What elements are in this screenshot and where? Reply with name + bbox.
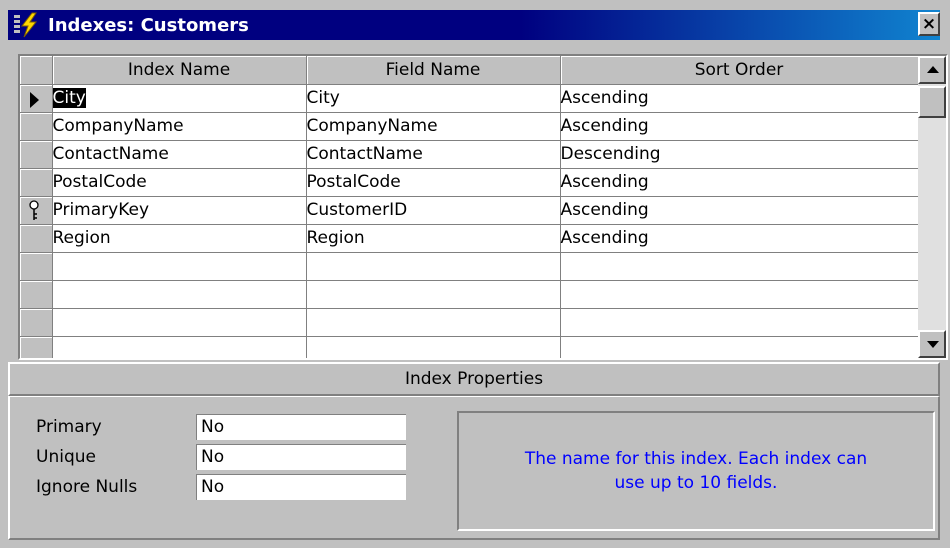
table-row[interactable]: PostalCode PostalCode Ascending bbox=[20, 168, 919, 197]
row-selector[interactable] bbox=[20, 308, 53, 337]
index-name-cell[interactable] bbox=[52, 308, 307, 337]
row-selector[interactable] bbox=[20, 140, 53, 169]
field-name-cell[interactable]: ContactName bbox=[306, 140, 561, 169]
indexes-grid: Index Name Field Name Sort Order City Ci… bbox=[18, 54, 948, 360]
sort-order-cell[interactable] bbox=[560, 280, 919, 309]
field-name-cell[interactable]: City bbox=[306, 84, 561, 113]
indexes-dialog: Indexes: Customers × Index Name Field Na… bbox=[0, 0, 950, 548]
current-row-arrow-icon bbox=[30, 91, 39, 108]
column-header-index-name[interactable]: Index Name bbox=[52, 56, 307, 85]
table-row[interactable]: CompanyName CompanyName Ascending bbox=[20, 112, 919, 141]
index-name-cell[interactable] bbox=[52, 252, 307, 281]
table-row[interactable]: Region Region Ascending bbox=[20, 224, 919, 253]
lightning-icon bbox=[8, 10, 48, 40]
sort-order-cell[interactable] bbox=[560, 308, 919, 337]
scroll-up-button[interactable] bbox=[918, 56, 946, 84]
index-name-cell[interactable]: PrimaryKey bbox=[52, 196, 307, 225]
arrow-down-icon bbox=[927, 341, 939, 348]
sort-order-cell[interactable]: Descending bbox=[560, 140, 919, 169]
title-bar[interactable]: Indexes: Customers × bbox=[8, 10, 940, 40]
field-name-cell[interactable] bbox=[306, 336, 561, 358]
row-selector[interactable] bbox=[20, 84, 53, 113]
index-properties-panel: Primary No Unique No Ignore Nulls No The… bbox=[8, 396, 940, 540]
arrow-up-icon bbox=[927, 66, 939, 73]
sort-order-cell[interactable] bbox=[560, 252, 919, 281]
indexes-table: Index Name Field Name Sort Order City Ci… bbox=[20, 56, 919, 358]
sort-order-cell[interactable]: Ascending bbox=[560, 168, 919, 197]
row-selector[interactable] bbox=[20, 336, 53, 358]
row-selector[interactable] bbox=[20, 252, 53, 281]
index-name-cell[interactable]: Region bbox=[52, 224, 307, 253]
table-row[interactable]: ContactName ContactName Descending bbox=[20, 140, 919, 169]
unique-label: Unique bbox=[36, 447, 96, 467]
help-text-box: The name for this index. Each index can … bbox=[457, 411, 935, 531]
primary-key-icon bbox=[29, 199, 39, 220]
table-row[interactable] bbox=[20, 280, 919, 309]
table-row[interactable] bbox=[20, 252, 919, 281]
sort-order-cell[interactable]: Ascending bbox=[560, 112, 919, 141]
field-name-cell[interactable] bbox=[306, 252, 561, 281]
vertical-scrollbar[interactable] bbox=[918, 56, 946, 358]
close-button[interactable]: × bbox=[918, 12, 940, 36]
primary-label: Primary bbox=[36, 417, 102, 437]
field-name-cell[interactable] bbox=[306, 280, 561, 309]
row-selector[interactable] bbox=[20, 196, 53, 225]
index-name-cell[interactable]: CompanyName bbox=[52, 112, 307, 141]
table-row[interactable]: PrimaryKey CustomerID Ascending bbox=[20, 196, 919, 225]
index-name-cell[interactable] bbox=[52, 280, 307, 309]
unique-field[interactable]: No bbox=[196, 444, 406, 470]
help-text: The name for this index. Each index can … bbox=[524, 449, 868, 493]
index-name-cell[interactable]: ContactName bbox=[52, 140, 307, 169]
grid-corner[interactable] bbox=[20, 56, 53, 85]
column-header-field-name[interactable]: Field Name bbox=[306, 56, 561, 85]
ignore-nulls-field[interactable]: No bbox=[196, 474, 406, 500]
field-name-cell[interactable]: Region bbox=[306, 224, 561, 253]
field-name-cell[interactable] bbox=[306, 308, 561, 337]
sort-order-cell[interactable] bbox=[560, 336, 919, 358]
ignore-nulls-label: Ignore Nulls bbox=[36, 477, 138, 497]
column-header-sort-order[interactable]: Sort Order bbox=[560, 56, 919, 85]
index-name-cell[interactable]: City bbox=[52, 84, 307, 113]
table-row[interactable] bbox=[20, 336, 919, 358]
field-name-cell[interactable]: CompanyName bbox=[306, 112, 561, 141]
table-row[interactable] bbox=[20, 308, 919, 337]
index-name-cell[interactable] bbox=[52, 336, 307, 358]
scroll-thumb[interactable] bbox=[918, 86, 946, 118]
field-name-cell[interactable]: PostalCode bbox=[306, 168, 561, 197]
index-name-cell[interactable]: PostalCode bbox=[52, 168, 307, 197]
primary-field[interactable]: No bbox=[196, 414, 406, 440]
sort-order-cell[interactable]: Ascending bbox=[560, 84, 919, 113]
scroll-down-button[interactable] bbox=[918, 330, 946, 358]
sort-order-cell[interactable]: Ascending bbox=[560, 196, 919, 225]
row-selector[interactable] bbox=[20, 112, 53, 141]
close-icon: × bbox=[921, 13, 937, 34]
field-name-cell[interactable]: CustomerID bbox=[306, 196, 561, 225]
row-selector[interactable] bbox=[20, 280, 53, 309]
row-selector[interactable] bbox=[20, 224, 53, 253]
index-properties-header: Index Properties bbox=[8, 362, 940, 396]
table-row[interactable]: City City Ascending bbox=[20, 84, 919, 113]
window-title: Indexes: Customers bbox=[48, 14, 249, 36]
sort-order-cell[interactable]: Ascending bbox=[560, 224, 919, 253]
row-selector[interactable] bbox=[20, 168, 53, 197]
